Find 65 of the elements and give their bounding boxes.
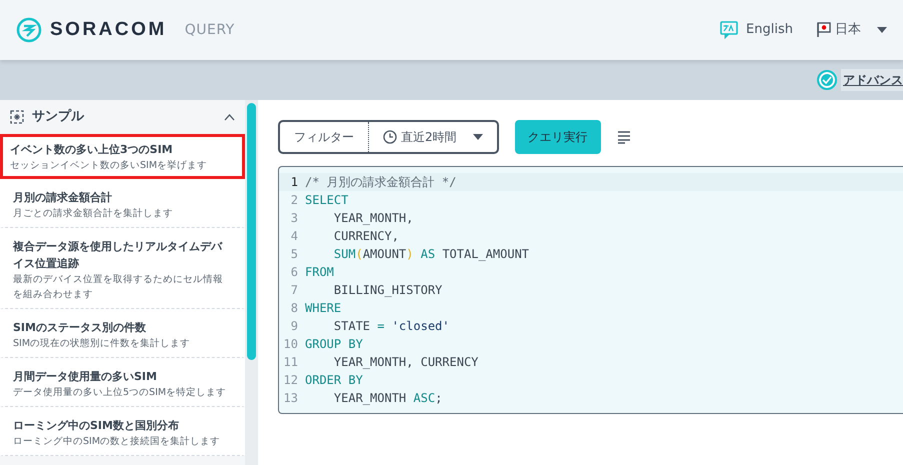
sample-title: イベント数の多い上位3つのSIM [10,142,174,158]
line-number: 2 [290,192,299,209]
logo-text: SORACOM [50,18,167,42]
code-line: YEAR_MONTH ASC; [332,390,442,407]
check-icon [822,76,832,84]
line-number: 11 [282,354,299,371]
code-line: GROUP BY [305,336,363,353]
line-number: 1 [290,174,299,191]
sample-item[interactable]: 複合データ源を使用したリアルタイムデバイス位置追跡 最新のデバイス位置を取得するためにセル情報を組み合わせます [0,228,245,309]
code-line: SUM(AMOUNT) AS TOTAL_AMOUNT [332,246,530,263]
sample-description: セッションイベント数の多いSIMを挙げます [10,159,208,173]
code-editor[interactable] [278,166,903,414]
product-name: QUERY [184,20,235,40]
clock-icon [383,130,397,144]
sample-description: データ使用量の多い上位5つのSIMを特定します [13,386,228,400]
line-number: 3 [290,210,299,227]
code-line: STATE = 'closed' [332,318,450,335]
run-query-button[interactable]: クエリ実行 [514,120,601,154]
line-number: 4 [290,228,299,245]
sample-item[interactable]: ローミング中のSIM数と国別分布 ローミング中のSIMの数と接続国を集計します [0,407,245,456]
code-line: WHERE [305,300,342,317]
region-selector[interactable]: 日本 [835,20,861,40]
sample-description: 月ごとの請求金額合計を集計します [13,207,174,221]
language-link[interactable]: English [746,20,793,40]
sample-icon [10,110,24,124]
line-number: 5 [290,246,299,263]
sample-item[interactable]: SIMのステータス別の件数 SIMの現在の状態別に件数を集計します [0,309,245,358]
line-number: 13 [282,390,299,407]
sidebar-title: サンプル [32,108,84,126]
line-number: 6 [290,264,299,281]
sample-description: SIMの現在の状態別に件数を集計します [13,337,192,351]
advanced-link[interactable]: アドバンス [841,69,903,91]
flag-icon [817,22,831,38]
sample-item[interactable]: イベント数の多い上位3つのSIM セッションイベント数の多いSIMを挙げます [0,134,245,179]
format-icon[interactable] [616,130,631,144]
line-number: 10 [282,336,299,353]
sample-description: ローミング中のSIMの数と接続国を集計します [13,435,222,449]
code-line: YEAR_MONTH, CURRENCY [332,354,478,371]
sample-title: 複合データ源を使用したリアルタイムデバイス位置追跡 [13,239,224,272]
line-number: 12 [282,372,299,389]
time-range-dropdown[interactable]: 直近2時間 [368,122,497,152]
code-line: BILLING_HISTORY [332,282,442,299]
line-number: 8 [290,300,299,317]
code-line: /* 月別の請求金額合計 */ [305,174,456,191]
code-line: SELECT [305,192,348,209]
code-line: FROM [305,264,334,281]
scrollbar-thumb[interactable] [247,103,256,360]
caret-icon[interactable] [877,27,887,33]
chevron-icon[interactable] [224,114,235,120]
sample-description: 最新のデバイス位置を取得するためにセル情報を組み合わせます [13,273,224,302]
sample-item[interactable]: 月間データ使用量の多いSIM データ使用量の多い上位5つのSIMを特定します [0,358,245,407]
sample-item[interactable]: 月別の請求金額合計 月ごとの請求金額合計を集計します [0,179,245,228]
code-line: CURRENCY, [332,228,399,245]
sample-title: 月間データ使用量の多いSIM [13,369,158,385]
code-line: YEAR_MONTH, [332,210,414,227]
code-line: ORDER BY [305,372,363,389]
sample-title: ローミング中のSIM数と国別分布 [13,418,180,434]
filter-button[interactable]: フィルター [280,122,368,152]
advanced-checkbox[interactable] [817,70,837,90]
sample-title: SIMのステータス別の件数 [13,320,147,336]
logo-icon [16,17,42,43]
sample-title: 月別の請求金額合計 [13,190,113,206]
line-number: 9 [290,318,299,335]
line-number: 7 [290,282,299,299]
caret-icon [472,134,483,140]
